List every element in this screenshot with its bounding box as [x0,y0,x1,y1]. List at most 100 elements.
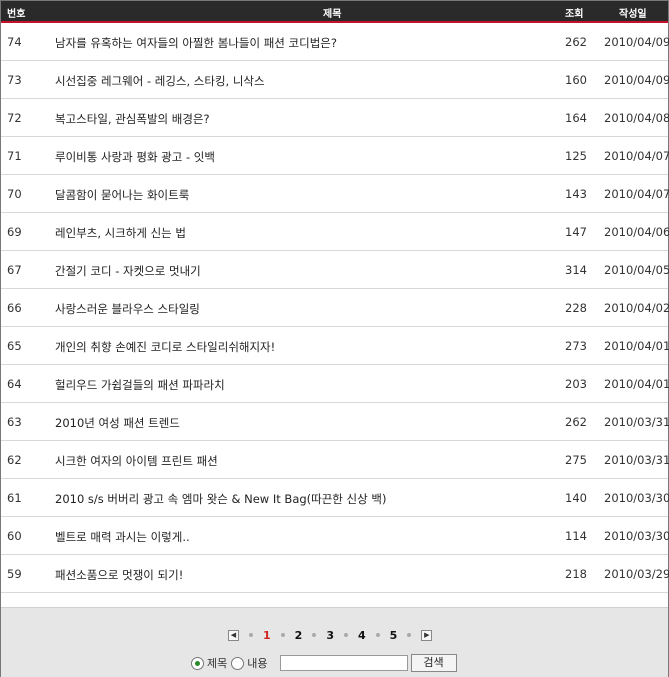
post-date: 2010/04/07 [604,149,669,163]
post-title-link[interactable]: 개인의 취향 손예진 코디로 스타일리쉬해지자! [55,339,275,355]
post-number: 71 [7,149,22,163]
table-row: 74 남자를 유혹하는 여자들의 아찔한 봄나들이 패션 코디법은? 262 2010… [1,23,669,61]
post-views: 228 [565,301,587,315]
post-views: 262 [565,415,587,429]
header-no: 번호 [7,9,26,20]
post-number: 72 [7,111,22,125]
radio-content-label: 내용 [247,657,268,670]
post-title-link[interactable]: 2010 s/s 버버리 광고 속 엠마 왓슨 & New It Bag(따끈한… [55,491,386,507]
post-number: 69 [7,225,22,239]
pager-separator [280,633,285,637]
post-title-link[interactable]: 루이비통 사랑과 평화 광고 - 잇백 [55,149,215,165]
post-views: 114 [565,529,587,543]
post-date: 2010/04/01 [604,339,669,353]
post-views: 143 [565,187,587,201]
table-row: 62 시크한 여자의 아이템 프린트 패션 275 2010/03/31 [1,441,669,479]
post-title-link[interactable]: 복고스타일, 관심폭발의 배경은? [55,111,210,127]
post-number: 67 [7,263,22,277]
post-number: 60 [7,529,22,543]
post-date: 2010/03/30 [604,491,669,505]
post-date: 2010/04/08 [604,111,669,125]
post-date: 2010/03/31 [604,453,669,467]
table-row: 72 복고스타일, 관심폭발의 배경은? 164 2010/04/08 [1,99,669,137]
post-views: 262 [565,35,587,49]
post-number: 61 [7,491,22,505]
table-row: 73 시선집중 레그웨어 - 레깅스, 스타킹, 니삭스 160 2010/04/09 [1,61,669,99]
table-row: 59 패션소품으로 멋쟁이 되기! 218 2010/03/29 [1,555,669,593]
header-date: 작성일 [619,9,647,20]
pager-separator [375,633,380,637]
post-date: 2010/03/30 [604,529,669,543]
post-title-link[interactable]: 레인부츠, 시크하게 신는 법 [55,225,186,241]
post-title-link[interactable]: 간절기 코디 - 자켓으로 멋내기 [55,263,201,279]
post-title-link[interactable]: 시크한 여자의 아이템 프린트 패션 [55,453,218,469]
table-row: 64 헐리우드 가쉽걸들의 패션 파파라치 203 2010/04/01 [1,365,669,403]
post-number: 74 [7,35,22,49]
post-title-link[interactable]: 패션소품으로 멋쟁이 되기! [55,567,183,583]
page-link-1[interactable]: 1 [263,629,271,642]
post-title-link[interactable]: 남자를 유혹하는 여자들의 아찔한 봄나들이 패션 코디법은? [55,35,337,51]
table-row: 70 달콤함이 묻어나는 화이트룩 143 2010/04/07 [1,175,669,213]
radio-content[interactable] [231,656,245,670]
post-title-link[interactable]: 시선집중 레그웨어 - 레깅스, 스타킹, 니삭스 [55,73,265,89]
post-number: 65 [7,339,22,353]
post-title-link[interactable]: 달콤함이 묻어나는 화이트룩 [55,187,189,203]
pager-separator [343,633,348,637]
table-row: 69 레인부츠, 시크하게 신는 법 147 2010/04/06 [1,213,669,251]
post-number: 59 [7,567,22,581]
table-row: 60 벨트로 매력 과시는 이렇게.. 114 2010/03/30 [1,517,669,555]
pagination: ◀ 1 2 3 4 5 ▶ [228,629,433,642]
right-arrow-icon[interactable]: ▶ [421,629,433,641]
table-row: 61 2010 s/s 버버리 광고 속 엠마 왓슨 & New It Bag(따… [1,479,669,517]
post-title-link[interactable]: 2010년 여성 패션 트렌드 [55,415,180,431]
post-title-link[interactable]: 헐리우드 가쉽걸들의 패션 파파라치 [55,377,225,393]
post-date: 2010/03/29 [604,567,669,581]
table-row: 63 2010년 여성 패션 트렌드 262 2010/03/31 [1,403,669,441]
post-number: 66 [7,301,22,315]
header-views: 조회 [565,9,584,20]
post-views: 125 [565,149,587,163]
page-link-4[interactable]: 4 [358,629,366,642]
post-date: 2010/04/09 [604,73,669,87]
page-link-3[interactable]: 3 [326,629,334,642]
header-title: 제목 [323,9,342,20]
search-input[interactable] [279,655,408,671]
post-views: 140 [565,491,587,505]
pager-separator [407,633,412,637]
radio-title[interactable] [191,656,204,670]
post-views: 147 [565,225,587,239]
pager-separator [249,633,253,637]
page-link-2[interactable]: 2 [295,629,303,642]
pager-separator [312,633,317,637]
post-date: 2010/04/07 [604,187,669,201]
post-number: 63 [7,415,22,429]
post-views: 275 [565,453,587,467]
post-views: 164 [565,111,587,125]
table-row: 65 개인의 취향 손예진 코디로 스타일리쉬해지자! 273 2010/04/01 [1,327,669,365]
post-date: 2010/03/31 [604,415,669,429]
left-arrow-icon[interactable]: ◀ [228,629,239,641]
table-row: 66 사랑스러운 블라우스 스타일링 228 2010/04/02 [1,289,669,327]
board-frame: 번호 제목 조회 작성일 74 남자를 유혹하는 여자들의 아찔한 봄나들이 패션… [0,0,669,677]
post-title-link[interactable]: 벨트로 매력 과시는 이렇게.. [55,529,190,545]
search-bar: 제목 내용 검색 [191,654,457,672]
post-views: 314 [565,263,587,277]
post-date: 2010/04/09 [604,35,669,49]
post-views: 160 [565,73,587,87]
post-date: 2010/04/05 [604,263,669,277]
table-row: 71 루이비통 사랑과 평화 광고 - 잇백 125 2010/04/07 [1,137,669,175]
page-link-5[interactable]: 5 [390,629,398,642]
post-views: 203 [565,377,587,391]
post-title-link[interactable]: 사랑스러운 블라우스 스타일링 [55,301,200,317]
post-number: 64 [7,377,22,391]
search-button[interactable]: 검색 [410,654,457,672]
post-date: 2010/04/01 [604,377,669,391]
post-number: 73 [7,73,22,87]
board-header: 번호 제목 조회 작성일 [1,1,668,23]
radio-title-label: 제목 [207,657,228,670]
post-number: 62 [7,453,22,467]
post-number: 70 [7,187,22,201]
table-row: 67 간절기 코디 - 자켓으로 멋내기 314 2010/04/05 [1,251,669,289]
post-date: 2010/04/02 [604,301,669,315]
post-list: 74 남자를 유혹하는 여자들의 아찔한 봄나들이 패션 코디법은? 262 2010… [1,23,669,593]
